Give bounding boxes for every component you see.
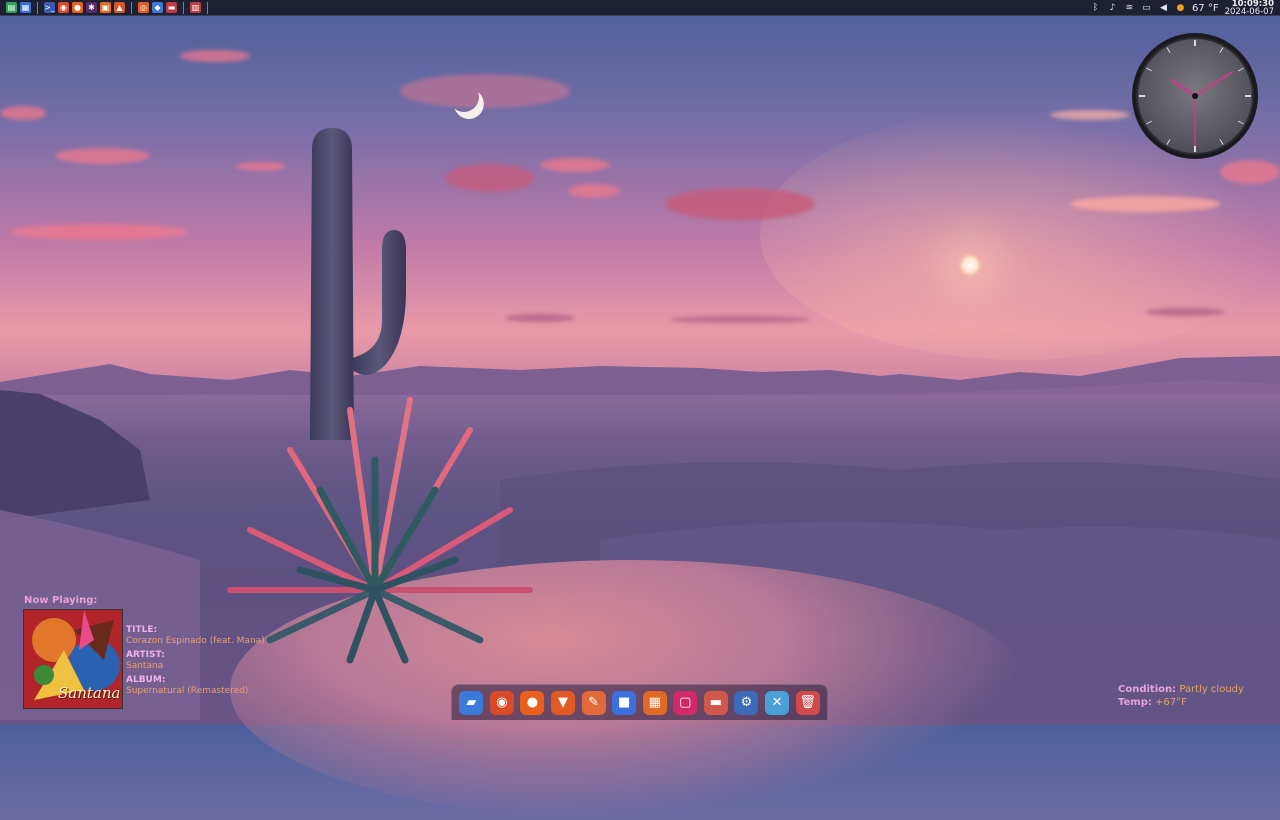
cloud (0, 106, 46, 120)
panel-separator (131, 1, 132, 14)
cloud (236, 162, 286, 171)
title-label: TITLE: (126, 625, 158, 635)
calculator-icon[interactable]: ▣ (100, 2, 111, 13)
now-playing-widget: Now Playing: Santana TITLE: Corazon Espi… (23, 595, 326, 715)
battery-icon[interactable]: ▭ (1141, 3, 1152, 14)
weather-widget: Condition: Partly cloudy Temp: +67°F (1118, 683, 1244, 709)
cloud (665, 188, 815, 220)
panel-launchers: ▤ ▦ >_ ◉ ● ✱ ▣ ▲ ◎ ◆ ▬ ▥ (0, 0, 211, 16)
panel-separator (37, 1, 38, 14)
cloud (400, 74, 570, 108)
cloud (505, 314, 575, 322)
wifi-icon[interactable]: ≋ (1124, 3, 1135, 14)
brave-dock-icon[interactable]: ▼ (551, 690, 576, 715)
now-playing-heading: Now Playing: (24, 595, 98, 606)
volume-icon[interactable]: ◀ (1158, 3, 1169, 14)
condition-label: Condition: (1118, 684, 1177, 695)
chrome-icon[interactable]: ◉ (58, 2, 69, 13)
track-artist: Santana (126, 661, 164, 671)
screenshot-dock-icon[interactable]: ▢ (673, 690, 698, 715)
track-album: Supernatural (Remastered) (126, 686, 249, 696)
firefox-icon[interactable]: ● (72, 2, 83, 13)
weather-condition: Partly cloudy (1179, 684, 1244, 695)
cloud (1070, 196, 1220, 212)
dock: ▰ ◉ ● ▼ ✎ ■ ▦ ▢ ▬ ⚙ ✕ 🗑 (451, 684, 828, 720)
trash-icon[interactable]: ▥ (190, 2, 201, 13)
editor-dock-icon[interactable]: ✎ (581, 690, 606, 715)
slack-icon[interactable]: ✱ (86, 2, 97, 13)
setting-sun (958, 253, 982, 277)
network-dock-icon[interactable]: ✕ (765, 690, 790, 715)
fire-app-icon[interactable]: ▲ (114, 2, 125, 13)
analog-clock-widget (1132, 33, 1258, 159)
album-art[interactable]: Santana (23, 609, 123, 709)
browser-icon[interactable]: ◎ (138, 2, 149, 13)
tray-temperature[interactable]: 67 °F (1192, 3, 1219, 14)
cloud (445, 164, 535, 192)
shield-icon[interactable]: ◆ (152, 2, 163, 13)
weather-sun-icon: ● (1176, 3, 1185, 13)
track-title: Corazon Espinado (feat. Mana) (126, 636, 265, 646)
cloud (1050, 110, 1130, 120)
trash-dock-icon[interactable]: 🗑 (795, 690, 820, 715)
file-manager-icon[interactable]: ▤ (6, 2, 17, 13)
top-panel: ▤ ▦ >_ ◉ ● ✱ ▣ ▲ ◎ ◆ ▬ ▥ ᛒ ♪ ≋ ▭ ◀ ● 67 °F 10:09:30… (0, 0, 1280, 16)
artist-label: ARTIST: (126, 650, 165, 660)
bluetooth-icon[interactable]: ᛒ (1090, 3, 1101, 14)
cloud (10, 224, 190, 240)
cloud (540, 158, 610, 172)
chrome-dock-icon[interactable]: ◉ (489, 690, 514, 715)
terminal-icon[interactable]: >_ (44, 2, 55, 13)
panel-clock[interactable]: 10:09:30 2024-06-07 (1225, 0, 1274, 16)
system-tray: ᛒ ♪ ≋ ▭ ◀ ● 67 °F 10:09:30 2024-06-07 (1090, 0, 1280, 16)
notification-bell-icon[interactable]: ♪ (1107, 3, 1118, 14)
cloud (568, 184, 620, 198)
temp-label: Temp: (1118, 697, 1152, 708)
cloud (670, 316, 810, 323)
drive-icon[interactable]: ▬ (166, 2, 177, 13)
drive-dock-icon[interactable]: ▬ (703, 690, 728, 715)
panel-separator (207, 1, 208, 14)
cloud (55, 148, 150, 164)
track-info: TITLE: Corazon Espinado (feat. Mana) ART… (126, 625, 326, 700)
cloud (1145, 308, 1225, 316)
cloud (180, 50, 250, 62)
calculator-dock-icon[interactable]: ▦ (642, 690, 667, 715)
cloud (1220, 160, 1280, 184)
files-icon[interactable]: ▦ (20, 2, 31, 13)
panel-separator (183, 1, 184, 14)
files-dock-icon[interactable]: ▰ (459, 690, 484, 715)
album-art-logo: Santana (58, 684, 121, 702)
video-dock-icon[interactable]: ■ (612, 690, 637, 715)
album-label: ALBUM: (126, 675, 166, 685)
panel-date: 2024-06-07 (1224, 7, 1274, 17)
firefox-dock-icon[interactable]: ● (520, 690, 545, 715)
weather-temp: +67°F (1155, 697, 1187, 708)
settings-dock-icon[interactable]: ⚙ (734, 690, 759, 715)
